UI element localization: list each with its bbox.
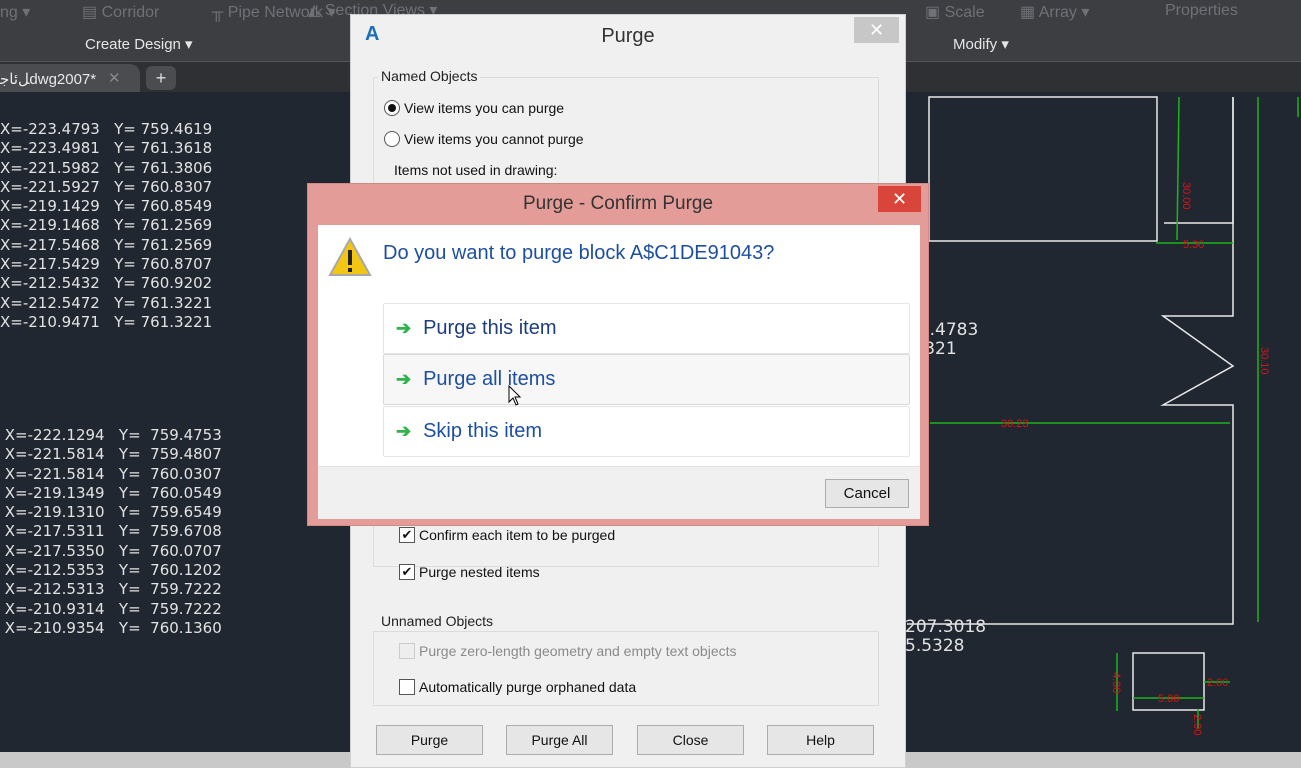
group-label: Named Objects xyxy=(378,68,481,84)
check-icon[interactable]: ✔ xyxy=(399,564,415,580)
autocad-logo-icon: A xyxy=(365,23,380,45)
ribbon-tool-dropdown[interactable]: ng ▾ xyxy=(0,2,30,22)
dimension-label: 4.00 xyxy=(1110,672,1122,693)
dimension-label: 30.00 xyxy=(1180,182,1192,210)
coord-line: X=-221.5982 Y= 761.3806 xyxy=(0,158,213,177)
coord-line: X=-223.4981 Y= 761.3618 xyxy=(0,139,213,158)
zero-length-checkbox: Purge zero-length geometry and empty tex… xyxy=(399,643,737,659)
ribbon-tool-properties[interactable]: Properties xyxy=(1165,2,1238,20)
dialog-title: Purge xyxy=(601,25,655,47)
purge-button[interactable]: Purge xyxy=(376,725,483,755)
coord-line: X=-217.5350 Y= 760.0707 xyxy=(0,541,222,560)
radio-selected[interactable] xyxy=(384,100,400,116)
coord-line: X=-210.9314 Y= 759.7222 xyxy=(0,599,222,618)
purge-this-item-option[interactable]: ➔ Purge this item xyxy=(383,303,910,354)
confirm-purge-dialog: Purge - Confirm Purge ✕ Do you want to p… xyxy=(307,183,929,526)
dimension-label: 5.30 xyxy=(1183,239,1204,251)
purge-all-button[interactable]: Purge All xyxy=(506,725,613,755)
cancel-button[interactable]: Cancel xyxy=(825,479,909,508)
coord-line: 5.5328 xyxy=(905,636,965,657)
coord-line: X=-212.5432 Y= 760.9202 xyxy=(0,274,213,293)
dimension-label: 30.23 xyxy=(1001,418,1029,430)
coord-line: X=-221.5814 Y= 759.4807 xyxy=(0,445,222,464)
view-can-purge-radio[interactable]: View items you can purge xyxy=(384,100,564,116)
ribbon-tool-scale[interactable]: ▣ Scale xyxy=(925,2,985,22)
coord-line: X=-212.5313 Y= 759.7222 xyxy=(0,580,222,599)
corridor-icon: ▤ xyxy=(82,4,102,21)
items-label: Items not used in drawing: xyxy=(394,162,558,178)
coordinate-list-top: X=-223.4793 Y= 759.4619 X=-223.4981 Y= 76… xyxy=(0,120,212,332)
mouse-cursor-icon xyxy=(508,385,522,406)
coord-line: X=-217.5311 Y= 759.6708 xyxy=(0,522,222,541)
coord-line: X=-219.1349 Y= 760.0549 xyxy=(0,483,222,502)
dimension-label: 5.00 xyxy=(1158,693,1179,705)
pipe-network-icon: ╥ xyxy=(212,4,228,21)
orphaned-data-checkbox[interactable]: Automatically purge orphaned data xyxy=(399,679,636,695)
radio[interactable] xyxy=(384,131,400,147)
panel-modify[interactable]: Modify ▾ xyxy=(953,35,1009,53)
coord-line: X=-222.1294 Y= 759.4753 xyxy=(0,426,222,444)
cad-wall xyxy=(1164,97,1234,224)
close-button[interactable]: ✕ xyxy=(878,186,921,212)
purge-nested-checkbox[interactable]: ✔ Purge nested items xyxy=(399,564,540,580)
coord-line: X=-217.5468 Y= 761.2569 xyxy=(0,235,213,254)
group-label: Unnamed Objects xyxy=(378,613,497,629)
dimension-label: 30.10 xyxy=(1258,347,1270,375)
coord-line: 207.3018 xyxy=(905,617,987,637)
purge-all-items-option[interactable]: ➔ Purge all items xyxy=(383,354,910,405)
coord-line: X=-217.5429 Y= 760.8707 xyxy=(0,255,213,274)
document-tab[interactable]: ﻞﺋﺎﺟdwg2007* ✕ xyxy=(0,64,140,92)
view-cannot-purge-radio[interactable]: View items you cannot purge xyxy=(384,131,584,147)
close-button[interactable]: ✕ xyxy=(854,17,899,43)
close-dialog-button[interactable]: Close xyxy=(637,725,744,755)
arrow-right-icon: ➔ xyxy=(396,369,412,389)
check-icon[interactable]: ✔ xyxy=(399,527,415,543)
ribbon-tool-array[interactable]: ▦ Array ▾ xyxy=(1020,2,1089,22)
close-icon[interactable]: ✕ xyxy=(108,69,121,87)
panel-create-design[interactable]: Create Design ▾ xyxy=(85,35,193,53)
coordinate-label: 207.3018 5.5328 xyxy=(905,617,987,657)
coord-line: X=-221.5927 Y= 760.8307 xyxy=(0,177,213,196)
new-tab-button[interactable]: + xyxy=(146,66,176,90)
dialog-body: Do you want to purge block A$C1DE91043? … xyxy=(318,225,920,519)
checkbox xyxy=(399,643,415,659)
arrow-right-icon: ➔ xyxy=(396,421,412,441)
warning-icon xyxy=(328,237,372,276)
coord-line: X=-223.4793 Y= 759.4619 xyxy=(0,120,213,138)
coord-line: X=-212.5353 Y= 760.1202 xyxy=(0,561,222,580)
coord-line: X=-212.5472 Y= 761.3221 xyxy=(0,293,213,312)
confirm-question: Do you want to purge block A$C1DE91043? xyxy=(383,242,775,264)
dialog-footer: Cancel xyxy=(318,466,920,519)
checkbox[interactable] xyxy=(399,679,415,695)
dimension-label: 2.00 xyxy=(1207,677,1228,689)
coord-line: X=-210.9354 Y= 760.1360 xyxy=(0,618,222,637)
coord-line: X=-210.9471 Y= 761.3221 xyxy=(0,312,213,331)
dialog-title: Purge - Confirm Purge xyxy=(522,193,714,214)
scale-icon: ▣ xyxy=(925,4,945,21)
coord-line: X=-219.1429 Y= 760.8549 xyxy=(0,197,213,216)
section-views-icon: ◭ xyxy=(308,2,325,19)
coord-line: X=-221.5814 Y= 760.0307 xyxy=(0,464,222,483)
ribbon-tool-corridor[interactable]: ▤ Corridor xyxy=(82,2,159,22)
dimension-label: 2.00 xyxy=(1191,714,1203,735)
skip-this-item-option[interactable]: ➔ Skip this item xyxy=(383,406,910,457)
arrow-right-icon: ➔ xyxy=(396,318,412,338)
confirm-each-checkbox[interactable]: ✔ Confirm each item to be purged xyxy=(399,527,615,543)
array-icon: ▦ xyxy=(1020,4,1039,21)
coord-line: X=-219.1468 Y= 761.2569 xyxy=(0,216,213,235)
cad-wall-zigzag xyxy=(907,97,1235,625)
cad-rectangle xyxy=(928,96,1158,242)
coord-line: X=-219.1310 Y= 759.6549 xyxy=(0,503,222,522)
help-button[interactable]: Help xyxy=(767,725,874,755)
coordinate-list-bottom: X=-222.1294 Y= 759.4753 X=-221.5814 Y= 7… xyxy=(0,426,222,638)
